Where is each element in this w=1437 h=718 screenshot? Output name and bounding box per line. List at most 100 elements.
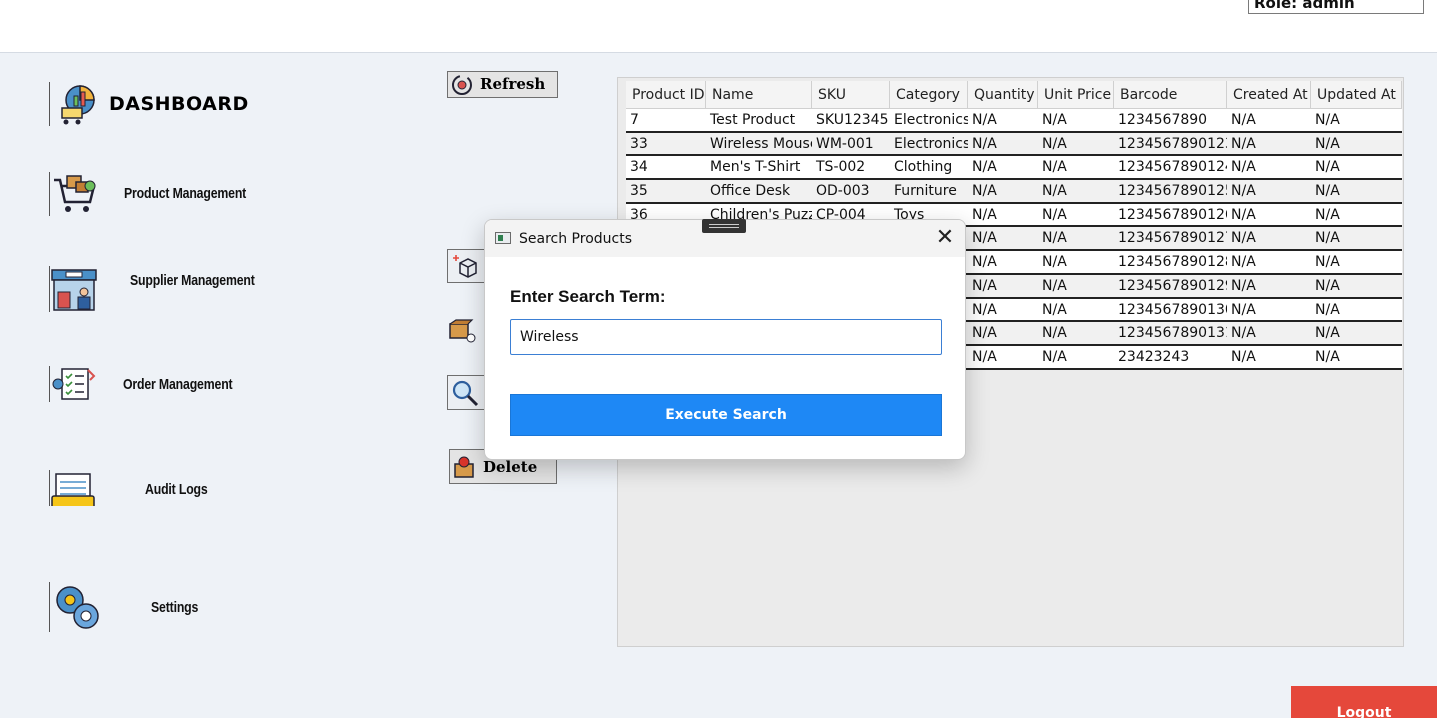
table-cell: N/A (972, 112, 997, 128)
role-label: Role: admin (1248, 0, 1424, 14)
magnifier-icon (450, 378, 480, 412)
dialog-title: Search Products (519, 231, 632, 247)
table-cell: Test Product (710, 112, 796, 128)
table-cell: Men's T-Shirt (710, 159, 801, 176)
table-cell: 1234567890129 (1118, 277, 1227, 294)
window-icon (495, 232, 511, 244)
search-button[interactable] (447, 375, 487, 410)
search-term-label: Enter Search Term: (510, 287, 666, 306)
table-cell: 1234567890 (1118, 112, 1208, 128)
sidebar-item-label: Order Management (123, 376, 233, 393)
logout-button[interactable]: Logout (1291, 686, 1437, 718)
close-icon[interactable]: ✕ (933, 227, 957, 250)
delete-box-icon (452, 454, 478, 484)
table-cell: 1234567890127 (1118, 230, 1227, 247)
box-plus-icon (452, 253, 482, 285)
table-cell: N/A (1042, 112, 1067, 128)
table-cell: N/A (1231, 112, 1256, 128)
table-cell: 1234567890131 (1118, 325, 1227, 342)
search-input[interactable] (510, 319, 942, 355)
table-cell: Electronics (894, 112, 968, 128)
sidebar-item-order-management[interactable]: Order Management (49, 366, 269, 406)
sidebar-item-label: Product Management (124, 185, 247, 202)
table-cell: N/A (1231, 277, 1256, 294)
table-cell: N/A (1042, 159, 1067, 176)
refresh-button[interactable]: Refresh (447, 71, 558, 98)
table-row[interactable]: 34 Men's T-Shirt TS-002 Clothing N/A N/A 12345… (626, 156, 1402, 181)
table-cell: N/A (1315, 348, 1340, 365)
cart-icon (49, 172, 99, 216)
logs-icon (49, 470, 99, 506)
sidebar-item-product-management[interactable]: Product Management (49, 172, 269, 218)
column-header[interactable]: Updated At (1311, 81, 1402, 109)
table-row[interactable]: 35 Office Desk OD-003 Furniture N/A N/A 123456… (626, 180, 1402, 204)
table-cell: N/A (972, 277, 997, 294)
table-cell: N/A (1042, 230, 1067, 247)
column-header[interactable]: Product ID (626, 81, 706, 109)
supplier-box-icon[interactable] (448, 318, 478, 348)
column-header[interactable]: SKU (812, 81, 890, 109)
table-cell: N/A (1231, 159, 1256, 176)
table-cell: 34 (630, 159, 648, 176)
table-cell: N/A (1315, 301, 1340, 318)
table-cell: TS-002 (816, 159, 866, 176)
column-header[interactable]: Created At (1227, 81, 1311, 109)
table-cell: Clothing (894, 159, 953, 176)
table-cell: N/A (1042, 301, 1067, 318)
table-cell: N/A (1231, 230, 1256, 247)
table-cell: N/A (972, 348, 997, 365)
dashboard-link[interactable]: DASHBOARD (49, 82, 259, 128)
table-cell: WM-001 (816, 135, 874, 152)
table-cell: N/A (1315, 230, 1340, 247)
table-cell: N/A (1315, 183, 1340, 200)
table-cell: N/A (972, 325, 997, 342)
sidebar-item-audit-logs[interactable]: Audit Logs (49, 470, 259, 506)
table-cell: Office Desk (710, 183, 791, 200)
table-cell: N/A (1231, 206, 1256, 223)
table-cell: 1234567890130 (1118, 301, 1227, 318)
table-cell: N/A (972, 183, 997, 200)
drag-handle[interactable] (702, 219, 746, 233)
table-cell: N/A (1315, 325, 1340, 342)
table-cell: N/A (1042, 277, 1067, 294)
refresh-icon (450, 73, 474, 101)
column-header[interactable]: Category (890, 81, 968, 109)
table-cell: 1234567890124 (1118, 159, 1227, 176)
table-row[interactable]: 7 Test Product SKU12345 Electronics N/A N/A 12… (626, 109, 1402, 133)
sidebar-item-settings[interactable]: Settings (49, 582, 249, 632)
column-header[interactable]: Unit Price (1038, 81, 1114, 109)
column-header[interactable]: Barcode (1114, 81, 1227, 109)
table-cell: N/A (1315, 254, 1340, 271)
gear-icon (49, 582, 99, 632)
column-header[interactable]: Quantity (968, 81, 1038, 109)
add-product-button[interactable] (447, 249, 487, 283)
table-cell: 1234567890125 (1118, 183, 1227, 200)
execute-search-button[interactable]: Execute Search (510, 394, 942, 436)
sidebar-item-supplier-management[interactable]: Supplier Management (49, 266, 279, 314)
table-cell: N/A (972, 254, 997, 271)
table-cell: 1234567890123 (1118, 135, 1227, 152)
table-cell: N/A (1231, 348, 1256, 365)
table-row[interactable]: 33 Wireless Mouse WM-001 Electronics N/A N/A 1… (626, 132, 1402, 157)
table-cell: Electronics (894, 135, 968, 152)
checklist-icon (49, 366, 99, 402)
search-dialog: Search Products ✕ Enter Search Term: Exe… (484, 219, 966, 460)
table-cell: N/A (1315, 112, 1340, 128)
table-cell: N/A (1042, 183, 1067, 200)
table-cell: Wireless Mouse (710, 135, 812, 152)
table-cell: N/A (972, 301, 997, 318)
table-cell: 33 (630, 135, 648, 152)
table-cell: N/A (1315, 206, 1340, 223)
table-cell: N/A (1231, 301, 1256, 318)
table-cell: N/A (1042, 325, 1067, 342)
table-cell: N/A (1231, 135, 1256, 152)
table-cell: OD-003 (816, 183, 870, 200)
sidebar-item-label: Supplier Management (130, 272, 255, 289)
refresh-label: Refresh (480, 75, 546, 93)
table-cell: N/A (1315, 159, 1340, 176)
table-cell: N/A (1042, 206, 1067, 223)
table-cell: N/A (1315, 277, 1340, 294)
column-header[interactable]: Name (706, 81, 812, 109)
table-cell: SKU12345 (816, 112, 889, 128)
table-cell: N/A (1042, 348, 1067, 365)
